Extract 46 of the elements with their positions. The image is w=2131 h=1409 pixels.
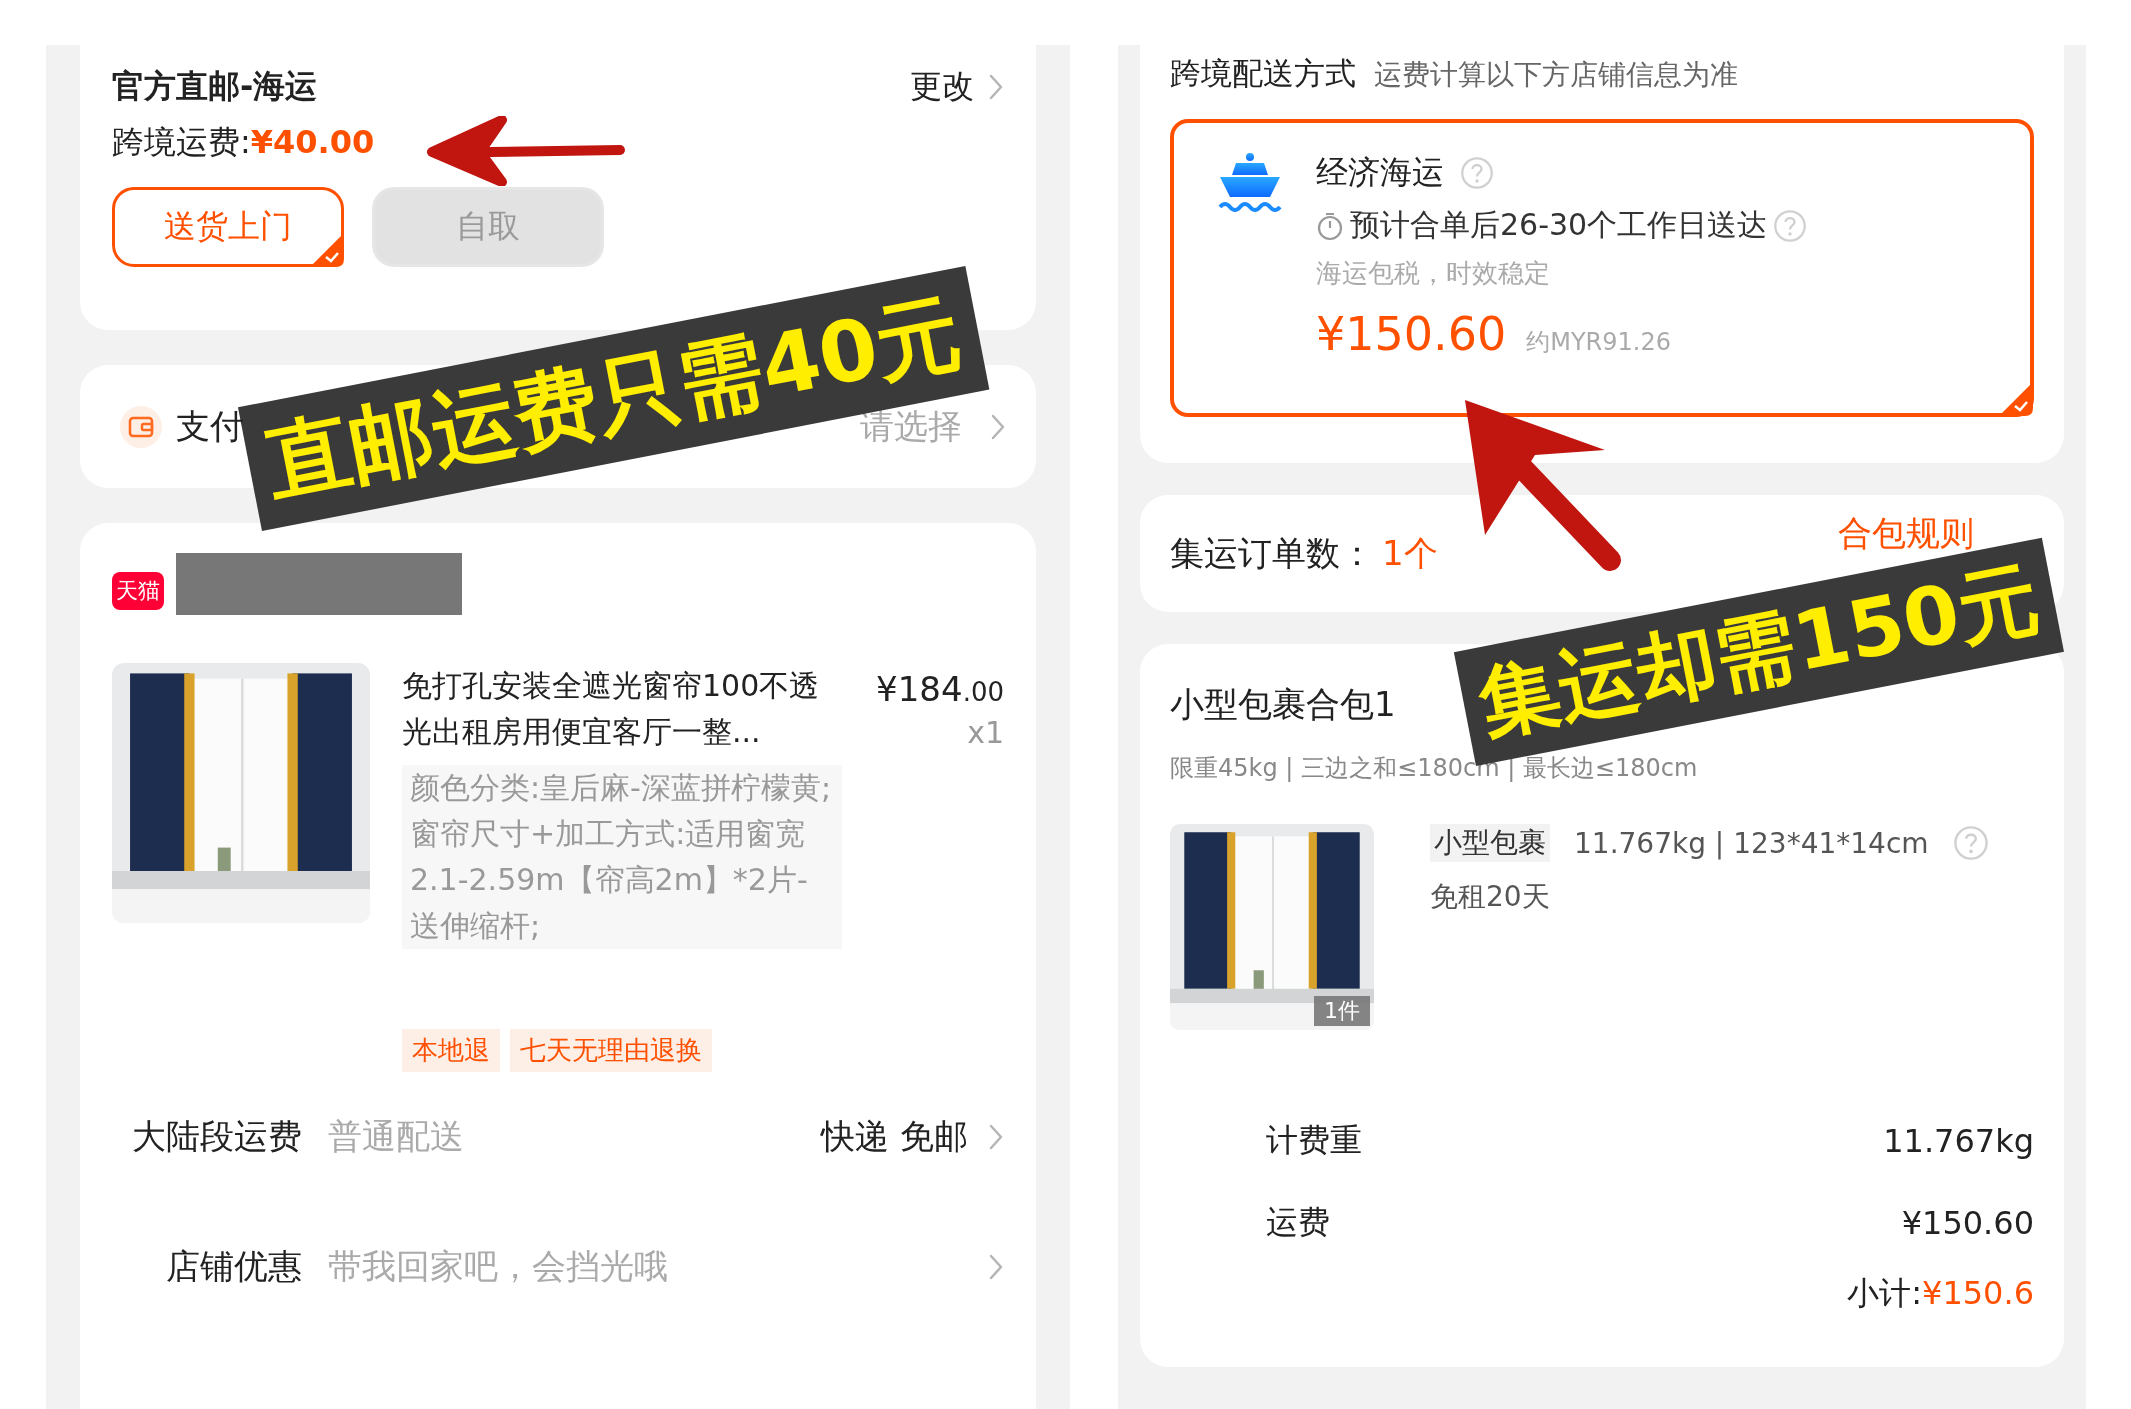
section-title: 跨境配送方式 [1170,54,1356,93]
order-count-label: 集运订单数： [1170,531,1374,575]
help-icon[interactable] [1952,825,1989,861]
package-specs: 11.767kg | 123*41*14cm [1574,826,1929,860]
order-count: 1个 [1382,531,1438,575]
subtotal-label: 小计: [1847,1274,1923,1312]
chevron-icon [988,1123,1004,1151]
summary-label: 计费重 [1266,1120,1362,1161]
shipping-option-description: 海运包税，时效稳定 [1316,257,1551,290]
subtotal-value: ¥150.6 [1922,1274,2034,1312]
product-spec: 颜色分类:皇后麻-深蓝拼柠檬黄;窗帘尺寸+加工方式:适用窗宽2.1-2.59m【帘高2m】*2片-送伸缩杆; [402,765,842,949]
row-value: 带我回家吧，会挡光哦 [328,1245,668,1288]
chevron-icon [988,73,1004,101]
wallet-icon [120,405,162,448]
package-type-tag: 小型包裹 [1430,824,1550,862]
item-count-badge: 1件 [1314,996,1370,1026]
row-option[interactable]: 快递 免邮 [821,1114,968,1160]
service-tag: 本地退 [402,1029,500,1072]
delivery-estimate: 预计合单后26-30个工作日送达 [1350,206,1768,244]
row-label: 大陆段运费 [131,1115,302,1158]
summary-value: ¥150.60 [1901,1204,2034,1242]
row-value: 普通配送 [328,1115,464,1158]
fee-label: 跨境运费: [112,123,251,161]
row-label: 店铺优惠 [165,1245,302,1288]
chevron-icon [990,412,1006,441]
product-quantity: x1 [966,715,1004,750]
shipping-price: ¥150.60 [1316,307,1507,361]
fee-value: ¥40.00 [250,123,375,161]
timer-icon [1316,210,1344,241]
shipping-method-title: 官方直邮-海运 [112,66,318,107]
converted-price: 约MYR91.26 [1526,327,1671,358]
section-note: 运费计算以下方店铺信息为准 [1374,57,1738,93]
shipping-option-name: 经济海运 [1316,152,1444,193]
help-icon[interactable] [1460,156,1494,190]
shipping-option-card[interactable]: 经济海运 预计合单后26-30个工作日送达 海运包税，时效稳定 ¥150.60 约MYR91.26 [1170,119,2034,417]
chevron-icon [988,1253,1004,1281]
service-tag: 七天无理由退换 [510,1029,712,1072]
help-icon[interactable] [1773,208,1808,243]
product-title[interactable]: 免打孔安装全遮光窗帘100不透光出租房用便宜客厅一整... [402,663,842,755]
product-price: ¥184.00 [875,669,1004,709]
change-link[interactable]: 更改 [910,65,974,109]
summary-value: 11.767kg [1883,1122,2034,1160]
package-title: 小型包裹合包1 [1170,683,1396,726]
free-storage-note: 免租20天 [1430,879,1551,915]
shop-logo: 天猫 [112,572,164,610]
summary-label: 运费 [1266,1202,1330,1243]
